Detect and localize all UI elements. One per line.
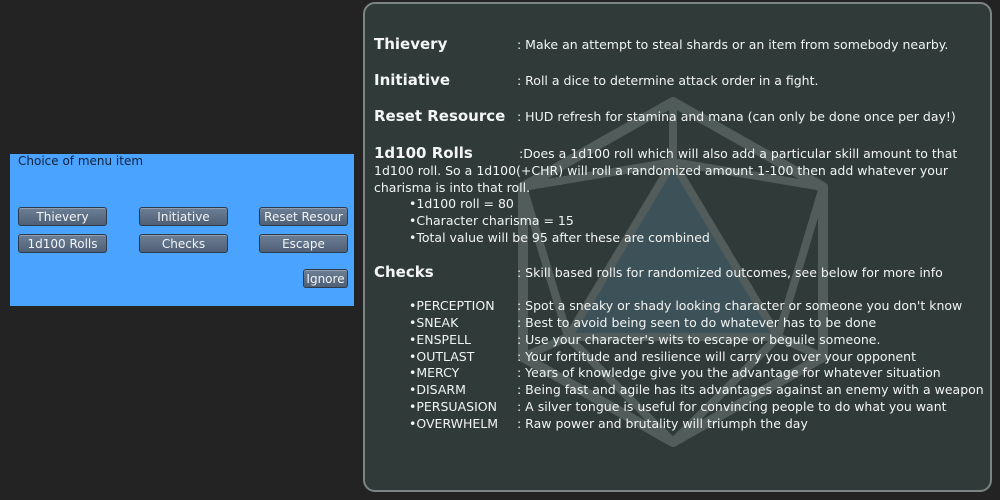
check-name: •ENSPELL	[409, 332, 471, 347]
thievery-heading: Thievery	[374, 35, 448, 53]
checks-button[interactable]: Checks	[139, 234, 228, 253]
reset-resource-heading: Reset Resource	[374, 107, 506, 125]
check-name: •DISARM	[409, 382, 466, 397]
check-description: : Spot a sneaky or shady looking charact…	[517, 298, 963, 313]
check-description: : Use your character's wits to escape or…	[517, 332, 881, 347]
reset-resource-description: : HUD refresh for stamina and mana (can …	[517, 109, 956, 124]
check-description: : Years of knowledge give you the advant…	[517, 365, 941, 380]
check-name: •SNEAK	[409, 315, 459, 330]
initiative-description: : Roll a dice to determine attack order …	[517, 73, 819, 88]
thievery-button[interactable]: Thievery	[18, 207, 107, 226]
info-panel: Thievery : Make an attempt to steal shar…	[363, 2, 992, 492]
check-name: •PERCEPTION	[409, 298, 495, 313]
check-description: : Your fortitude and resilience will car…	[517, 349, 916, 364]
check-name: •PERSUASION	[409, 399, 497, 414]
checks-description: : Skill based rolls for randomized outco…	[517, 265, 943, 280]
roll-example: •1d100 roll = 80	[409, 196, 514, 211]
roll-example: •Character charisma = 15	[409, 213, 574, 228]
check-description: : Being fast and agile has its advantage…	[517, 382, 984, 397]
roll-example: •Total value will be 95 after these are …	[409, 230, 710, 245]
1d100-rolls-button[interactable]: 1d100 Rolls	[18, 234, 107, 253]
dialog-prompt: Choice of menu item	[18, 154, 144, 168]
check-name: •OVERWHELM	[409, 416, 499, 431]
thievery-description: : Make an attempt to steal shards or an …	[517, 37, 949, 52]
check-name: •MERCY	[409, 365, 460, 380]
menu-dialog: Choice of menu item Thievery Initiative …	[10, 154, 354, 306]
initiative-button[interactable]: Initiative	[139, 207, 228, 226]
escape-button[interactable]: Escape	[259, 234, 348, 253]
ignore-button[interactable]: Ignore	[303, 269, 348, 288]
checks-heading: Checks	[374, 263, 434, 281]
1d100-rolls-description: :Does a 1d100 roll which will also add a…	[374, 146, 958, 195]
check-description: : A silver tongue is useful for convinci…	[517, 399, 947, 414]
reset-resource-button[interactable]: Reset Resour	[259, 207, 348, 226]
check-description: : Best to avoid being seen to do whateve…	[517, 315, 877, 330]
check-name: •OUTLAST	[409, 349, 475, 364]
initiative-heading: Initiative	[374, 71, 451, 89]
check-description: : Raw power and brutality will triumph t…	[517, 416, 808, 431]
